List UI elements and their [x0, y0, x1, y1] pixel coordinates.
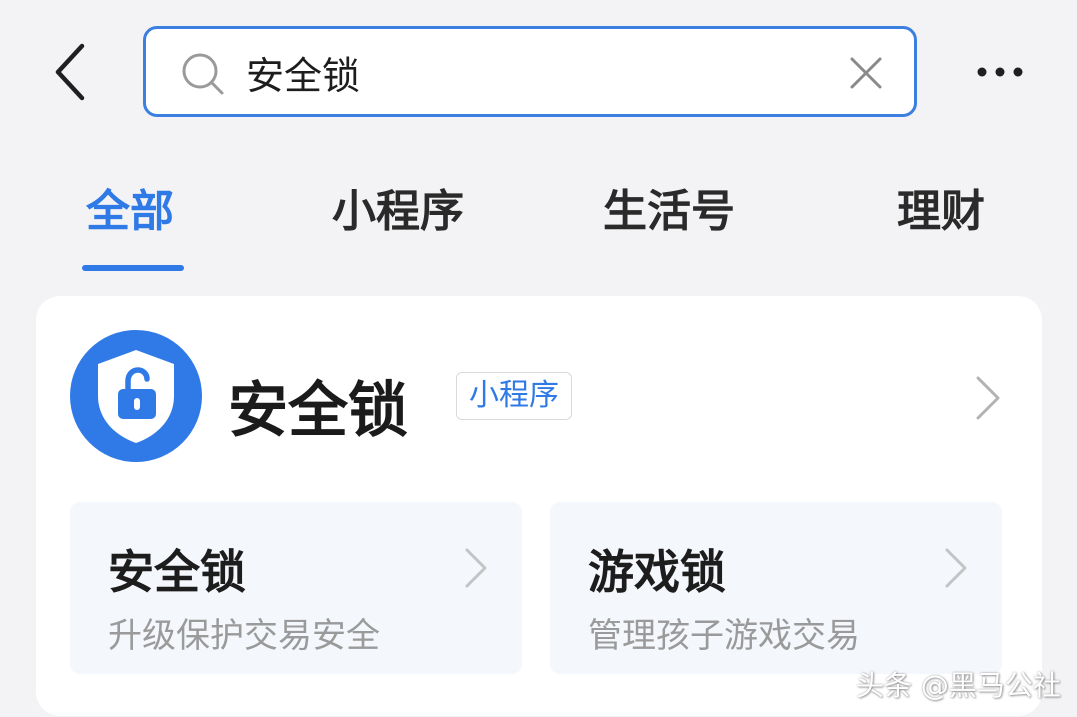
service-card-game-lock[interactable]: 游戏锁 管理孩子游戏交易 [550, 502, 1002, 674]
result-card[interactable]: 安全锁 小程序 安全锁 升级保护交易安全 游戏锁 管理孩子游戏交易 [36, 296, 1042, 716]
search-box[interactable] [143, 26, 917, 117]
active-tab-indicator [82, 265, 184, 271]
search-input[interactable] [246, 43, 806, 101]
shield-lock-icon [98, 350, 174, 443]
app-type-badge: 小程序 [456, 372, 572, 420]
service-card-security-lock[interactable]: 安全锁 升级保护交易安全 [70, 502, 522, 674]
service-description: 升级保护交易安全 [108, 616, 380, 656]
chevron-right-icon[interactable] [972, 374, 1004, 422]
service-title: 安全锁 [108, 545, 246, 599]
app-logo[interactable] [70, 330, 202, 462]
tab-mini-programs[interactable]: 小程序 [332, 175, 464, 239]
top-bar [0, 0, 1077, 145]
chevron-left-icon [55, 43, 85, 101]
chevron-right-icon [465, 548, 487, 588]
service-title: 游戏锁 [588, 545, 726, 599]
back-button[interactable] [40, 36, 100, 108]
service-description: 管理孩子游戏交易 [588, 616, 860, 656]
more-dots-icon [977, 67, 1023, 77]
watermark: 头条 @黑马公社 [856, 669, 1061, 702]
chevron-right-icon [945, 548, 967, 588]
app-name[interactable]: 安全锁 [228, 362, 408, 449]
tab-all[interactable]: 全部 [86, 175, 174, 239]
tab-finance[interactable]: 理财 [897, 175, 985, 239]
close-icon[interactable] [846, 53, 886, 93]
category-tabs: 全部 小程序 生活号 理财 [0, 165, 1077, 275]
search-icon [182, 53, 224, 95]
tab-life-accounts[interactable]: 生活号 [603, 175, 735, 239]
more-button[interactable] [968, 50, 1032, 94]
